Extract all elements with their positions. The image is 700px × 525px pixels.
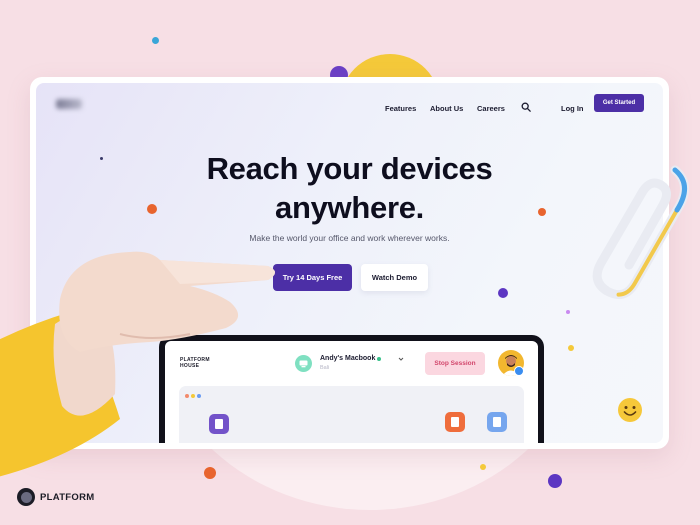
document-icon[interactable] [487,412,507,432]
decorative-dot [152,37,159,44]
chevron-down-icon[interactable] [398,356,404,362]
paperclip-icon [592,165,689,300]
hero-subtitle: Make the world your office and work wher… [249,233,450,243]
pointing-hand-illustration [0,251,275,477]
platform-logo-icon [17,488,35,506]
decorative-dot [548,474,562,488]
hero-title-line-2: anywhere. [275,190,424,225]
decorative-dot [480,464,486,470]
stop-session-button[interactable]: Stop Session [425,352,485,375]
hero-title-line-1: Reach your devices [206,151,493,186]
online-status-dot [377,357,381,361]
search-icon[interactable] [521,102,531,112]
site-logo[interactable] [56,99,82,109]
get-started-button[interactable]: Get Started [594,94,644,112]
hero-title: Reach your devices anywhere. [36,149,663,227]
decorative-dot [100,157,103,160]
device-name: Andy's Macbook [320,355,376,362]
nav-features[interactable]: Features [385,104,416,113]
nav-careers[interactable]: Careers [477,104,505,113]
decorative-dot [498,288,508,298]
decorative-dot [538,208,546,216]
platform-brand: PLATFORM [40,492,95,503]
decorative-dot [147,204,157,214]
avatar-status-badge [514,366,524,376]
decorative-dot [568,345,574,351]
login-link[interactable]: Log In [561,104,584,113]
watch-demo-button[interactable]: Watch Demo [361,264,428,291]
nav-about-us[interactable]: About Us [430,104,463,113]
device-icon [295,355,312,372]
image-icon[interactable] [445,412,465,432]
smiley-icon [618,398,642,422]
decorative-dot [566,310,570,314]
device-location: Bali [320,365,330,371]
